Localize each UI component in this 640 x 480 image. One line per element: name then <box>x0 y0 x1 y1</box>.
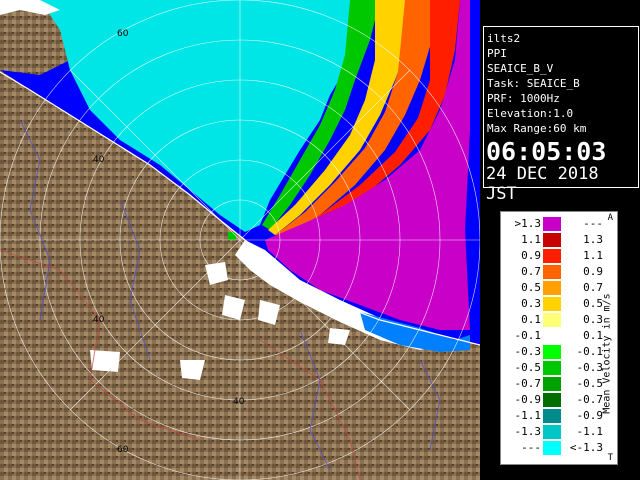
legend-swatch <box>543 249 561 263</box>
range-rings <box>0 0 480 480</box>
legend-low-value: 0.1 <box>521 313 541 326</box>
legend-low-value: -0.5 <box>514 361 542 374</box>
scan-date: 24 DEC 2018 JST <box>486 164 599 204</box>
legend-row: 1.1 1.3 <box>501 232 605 248</box>
legend-low-value: -0.3 <box>514 345 542 358</box>
legend-high-value: -0.9 <box>576 409 604 422</box>
scan-name: SEAICE_B_V <box>487 62 554 75</box>
scan-time: 06:05:03 <box>486 137 607 166</box>
prf-value: PRF: 1000Hz <box>487 92 560 105</box>
task-name: Task: SEAICE_B <box>487 77 580 90</box>
legend-low-value: >1.3 <box>514 217 542 230</box>
scan-info-panel: ilts2 PPI SEAICE_B_V Task: SEAICE_B PRF:… <box>483 26 639 204</box>
elevation-value: Elevation:1.0 <box>487 107 574 120</box>
legend-low-value: -0.9 <box>514 393 542 406</box>
legend-row: 0.9 1.1 <box>501 248 605 264</box>
legend-swatch <box>543 425 561 439</box>
range-label: 40 <box>93 315 105 325</box>
legend-swatch <box>543 409 561 423</box>
legend-row: -0.1 0.1 <box>501 328 605 344</box>
legend-row: 0.7 0.9 <box>501 264 605 280</box>
legend-row: -0.7 -0.5 <box>501 376 605 392</box>
legend-low-value: 0.3 <box>521 297 541 310</box>
product-name: PPI <box>487 47 507 60</box>
legend-swatch <box>543 361 561 375</box>
legend-high-value: -0.3 <box>576 361 604 374</box>
legend-swatch <box>543 265 561 279</box>
legend-row: -0.3 -0.1 <box>501 344 605 360</box>
legend-low-value: -1.3 <box>514 425 542 438</box>
legend-row: -0.5 -0.3 <box>501 360 605 376</box>
legend-high-value: 0.5 <box>583 297 603 310</box>
legend-row: -1.1 -0.9 <box>501 408 605 424</box>
legend-row: >1.3 --- <box>501 216 605 232</box>
legend-low-value: -1.1 <box>514 409 542 422</box>
legend-low-value: -0.1 <box>514 329 542 342</box>
legend-high-value: <-1.3 <box>569 441 603 454</box>
legend-high-value: 0.3 <box>583 313 603 326</box>
range-label: 40 <box>233 397 245 407</box>
max-range-value: Max Range:60 km <box>487 122 587 135</box>
legend-high-value: 0.9 <box>583 265 603 278</box>
legend-swatch <box>543 217 561 231</box>
legend-low-value: 0.9 <box>521 249 541 262</box>
legend-high-value: 0.1 <box>583 329 603 342</box>
legend-low-value: 0.7 <box>521 265 541 278</box>
legend-high-value: --- <box>583 217 603 230</box>
range-label: 60 <box>117 29 129 39</box>
legend-swatch <box>543 377 561 391</box>
legend-swatch <box>543 329 561 343</box>
radar-site-echo <box>228 232 236 240</box>
legend-swatch <box>543 441 561 455</box>
legend-row: --- <-1.3 <box>501 440 605 456</box>
legend-row: 0.5 0.7 <box>501 280 605 296</box>
legend-swatch <box>543 233 561 247</box>
legend-high-value: 1.3 <box>583 233 603 246</box>
legend-row: 0.1 0.3 <box>501 312 605 328</box>
legend-swatch <box>543 345 561 359</box>
range-label: 60 <box>117 445 129 455</box>
legend-high-value: -0.7 <box>576 393 604 406</box>
legend-low-value: 0.5 <box>521 281 541 294</box>
legend-row: 0.3 0.5 <box>501 296 605 312</box>
radar-ppi-map[interactable]: 60 40 40 40 60 <box>0 0 480 480</box>
legend-high-value: -0.5 <box>576 377 604 390</box>
legend-swatch <box>543 297 561 311</box>
legend-swatch <box>543 313 561 327</box>
legend-high-value: -1.1 <box>576 425 604 438</box>
legend-row: -1.3 -1.1 <box>501 424 605 440</box>
legend-swatch <box>543 393 561 407</box>
legend-row: -0.9 -0.7 <box>501 392 605 408</box>
legend-high-value: 0.7 <box>583 281 603 294</box>
legend-swatch <box>543 281 561 295</box>
legend-low-value: 1.1 <box>521 233 541 246</box>
station-name: ilts2 <box>487 32 521 45</box>
range-label: 40 <box>93 155 105 165</box>
legend-high-value: -0.1 <box>576 345 604 358</box>
radar-map-canvas: 60 40 40 40 60 <box>0 0 480 480</box>
legend-high-value: 1.1 <box>583 249 603 262</box>
legend-low-value: --- <box>521 441 541 454</box>
velocity-legend: A Mean Velocity in m/s T >1.3 --- 1.1 1.3 0.… <box>500 211 618 465</box>
legend-bottom-cap: T <box>607 453 613 463</box>
legend-top-cap: A <box>607 213 613 223</box>
legend-low-value: -0.7 <box>514 377 542 390</box>
